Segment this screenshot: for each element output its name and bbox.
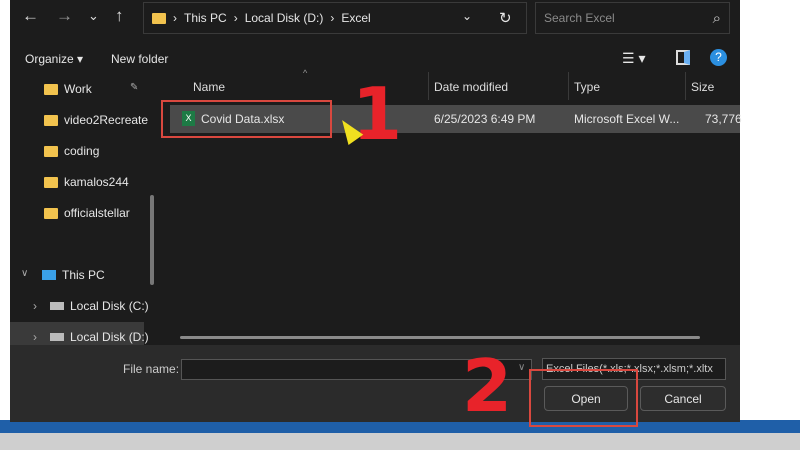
sidebar-item-label: Local Disk (D:) — [70, 330, 149, 344]
file-size: 73,776 — [705, 112, 742, 126]
new-folder-button[interactable]: New folder — [111, 52, 168, 66]
breadcrumb-this-pc[interactable]: This PC — [184, 11, 227, 25]
sidebar-item-officialstellar[interactable]: officialstellar — [44, 206, 130, 220]
annotation-highlight-file — [161, 100, 332, 138]
folder-icon — [44, 145, 58, 157]
sidebar-item-work[interactable]: Work — [44, 82, 92, 96]
sidebar-item-label: Work — [64, 82, 92, 96]
expand-chevron-icon[interactable]: › — [33, 299, 37, 313]
folder-icon — [44, 176, 58, 188]
file-name-dropdown-icon[interactable]: ∨ — [518, 362, 525, 373]
cancel-button[interactable]: Cancel — [640, 386, 726, 411]
expand-chevron-icon[interactable]: › — [33, 330, 37, 344]
column-divider[interactable] — [568, 72, 569, 100]
pin-icon[interactable]: ✎ — [130, 82, 138, 93]
folder-icon — [152, 12, 166, 24]
sidebar-item-label: kamalos244 — [64, 175, 129, 189]
sidebar-item-local-disk-c[interactable]: Local Disk (C:) — [50, 299, 149, 313]
sidebar-item-label: This PC — [62, 268, 105, 282]
sidebar-item-coding[interactable]: coding — [44, 144, 99, 158]
breadcrumb-excel[interactable]: Excel — [341, 11, 370, 25]
column-divider[interactable] — [428, 72, 429, 100]
chevron-icon: › — [173, 11, 177, 25]
column-header-size[interactable]: Size — [691, 80, 714, 94]
back-button[interactable]: ← — [22, 6, 39, 26]
drive-icon — [50, 333, 64, 341]
expand-chevron-icon[interactable]: ∨ — [21, 268, 28, 279]
help-icon[interactable]: ? — [710, 49, 727, 66]
sidebar-item-label: Local Disk (C:) — [70, 299, 149, 313]
sort-ascending-icon: ^ — [303, 68, 308, 78]
column-divider[interactable] — [685, 72, 686, 100]
address-bar[interactable]: › This PC › Local Disk (D:) › Excel ⌄ ↻ — [143, 2, 527, 34]
search-box[interactable]: Search Excel ⌕ — [535, 2, 730, 34]
search-placeholder: Search Excel — [544, 11, 615, 25]
folder-icon — [44, 207, 58, 219]
recent-locations-button[interactable]: ⌄ — [88, 8, 99, 24]
annotation-step-2: 2 — [462, 344, 513, 428]
forward-button[interactable]: → — [56, 6, 73, 26]
file-name-label: File name: — [123, 362, 180, 376]
drive-icon — [50, 302, 64, 310]
up-button[interactable]: ↑ — [115, 6, 124, 26]
annotation-highlight-open — [529, 369, 638, 427]
view-options-icon[interactable]: ☰ ▾ — [622, 50, 645, 67]
horizontal-scrollbar[interactable] — [180, 336, 700, 339]
sidebar-item-video2recreate[interactable]: video2Recreate — [44, 113, 148, 127]
sidebar-item-local-disk-d[interactable]: Local Disk (D:) — [50, 330, 149, 344]
sidebar-item-label: video2Recreate — [64, 113, 149, 127]
computer-icon — [42, 270, 56, 280]
sidebar-item-this-pc[interactable]: This PC — [42, 268, 105, 282]
cancel-button-label: Cancel — [664, 391, 702, 406]
organize-button[interactable]: Organize ▾ — [25, 52, 83, 66]
column-header-type[interactable]: Type — [574, 80, 600, 94]
address-dropdown-icon[interactable]: ⌄ — [462, 9, 472, 23]
breadcrumb-local-disk-d[interactable]: Local Disk (D:) — [245, 11, 324, 25]
refresh-icon[interactable]: ↻ — [499, 9, 512, 27]
preview-pane-icon[interactable] — [676, 50, 690, 65]
folder-icon — [44, 114, 58, 126]
annotation-step-1: 1 — [352, 72, 403, 156]
column-header-date[interactable]: Date modified — [434, 80, 508, 94]
sidebar-scrollbar[interactable] — [150, 195, 154, 285]
chevron-icon: › — [330, 11, 335, 25]
file-type: Microsoft Excel W... — [574, 112, 680, 126]
sidebar-item-label: officialstellar — [64, 206, 130, 220]
sidebar-item-kamalos244[interactable]: kamalos244 — [44, 175, 129, 189]
sidebar-item-label: coding — [64, 144, 100, 158]
chevron-icon: › — [233, 11, 238, 25]
column-header-name[interactable]: Name — [193, 80, 225, 94]
search-icon: ⌕ — [712, 9, 721, 27]
folder-icon — [44, 83, 58, 95]
file-date: 6/25/2023 6:49 PM — [434, 112, 536, 126]
background-strip — [0, 433, 800, 450]
